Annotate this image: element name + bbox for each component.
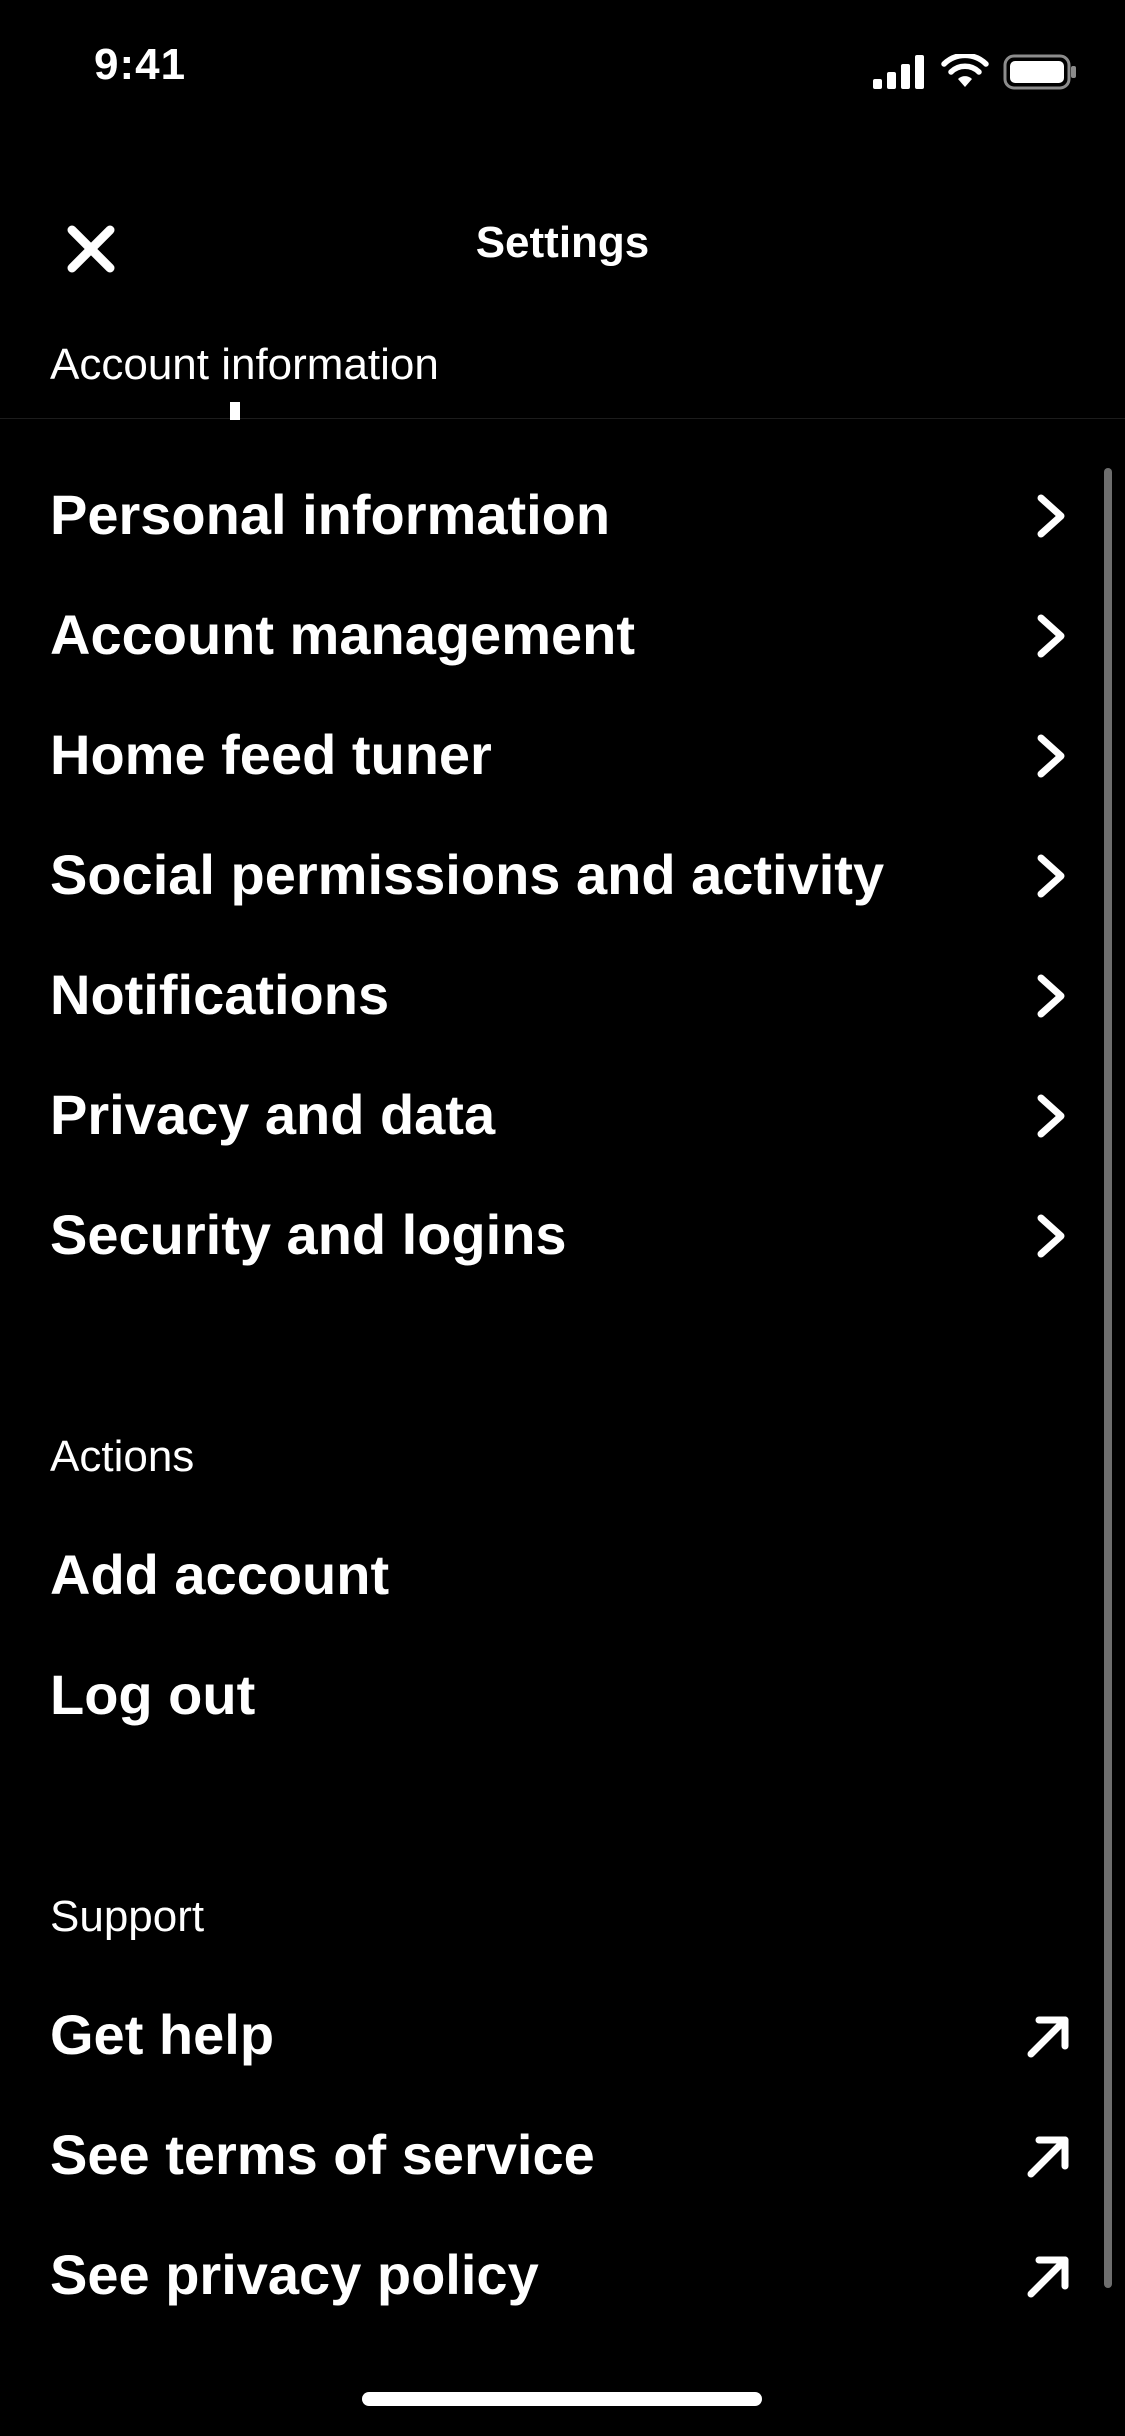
- chevron-right-icon: [1037, 1094, 1065, 1138]
- home-indicator[interactable]: [362, 2392, 762, 2406]
- external-link-arrow-icon: [1027, 2016, 1069, 2058]
- settings-item-label: See privacy policy: [50, 2243, 539, 2306]
- header: Settings: [0, 190, 1125, 300]
- settings-item-label: Personal information: [50, 483, 611, 546]
- scrolled-text-fragment: [230, 402, 240, 420]
- chevron-right-icon: [1037, 854, 1065, 898]
- privacy-policy-link[interactable]: See privacy policy: [0, 2220, 1125, 2330]
- settings-item-label: Account management: [50, 603, 635, 666]
- settings-item-label: Add account: [50, 1543, 390, 1606]
- status-bar: 9:41: [0, 0, 1125, 140]
- chevron-right-icon: [1037, 734, 1065, 778]
- add-account-button[interactable]: Add account: [0, 1520, 1125, 1630]
- status-icons: [873, 52, 1077, 92]
- settings-item-privacy-and-data[interactable]: Privacy and data: [0, 1060, 1125, 1170]
- settings-item-social-permissions[interactable]: Social permissions and activity: [0, 820, 1125, 930]
- wifi-icon: [941, 54, 989, 87]
- settings-item-account-management[interactable]: Account management: [0, 580, 1125, 690]
- terms-of-service-link[interactable]: See terms of service: [0, 2100, 1125, 2210]
- section-heading-actions: Actions: [50, 1432, 195, 1481]
- get-help-link[interactable]: Get help: [0, 1980, 1125, 2090]
- section-heading-support: Support: [50, 1892, 205, 1941]
- page-title: Settings: [475, 218, 650, 267]
- chevron-right-icon: [1037, 614, 1065, 658]
- settings-item-label: Log out: [50, 1663, 256, 1726]
- settings-item-label: Notifications: [50, 963, 390, 1026]
- log-out-button[interactable]: Log out: [0, 1640, 1125, 1750]
- settings-item-notifications[interactable]: Notifications: [0, 940, 1125, 1050]
- settings-item-label: Get help: [50, 2003, 275, 2066]
- section-heading-account: Account information: [50, 340, 439, 389]
- settings-item-home-feed-tuner[interactable]: Home feed tuner: [0, 700, 1125, 810]
- settings-item-label: Home feed tuner: [50, 723, 492, 786]
- status-time: 9:41: [94, 40, 187, 89]
- settings-item-label: Security and logins: [50, 1203, 567, 1266]
- chevron-right-icon: [1037, 494, 1065, 538]
- account-section-header: Account information: [0, 330, 1125, 419]
- settings-item-personal-information[interactable]: Personal information: [0, 460, 1125, 570]
- chevron-right-icon: [1037, 974, 1065, 1018]
- chevron-right-icon: [1037, 1214, 1065, 1258]
- settings-item-label: Social permissions and activity: [50, 843, 885, 906]
- battery-icon: [1003, 54, 1076, 90]
- settings-item-label: Privacy and data: [50, 1083, 496, 1146]
- cellular-signal-icon: [873, 55, 924, 89]
- external-link-arrow-icon: [1027, 2256, 1069, 2298]
- scrollbar[interactable]: [1104, 468, 1112, 2288]
- external-link-arrow-icon: [1027, 2136, 1069, 2178]
- settings-item-label: See terms of service: [50, 2123, 595, 2186]
- settings-item-security-and-logins[interactable]: Security and logins: [0, 1180, 1125, 1290]
